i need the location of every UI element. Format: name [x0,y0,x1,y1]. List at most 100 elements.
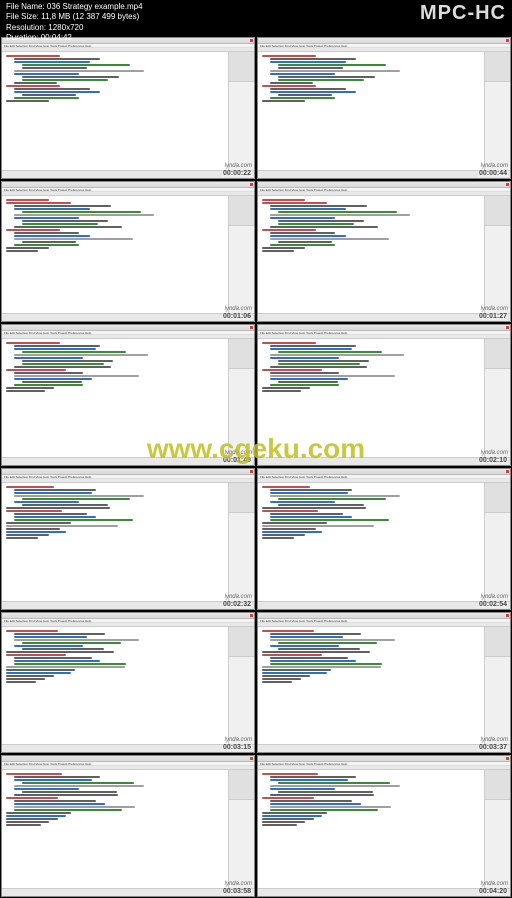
code-line [14,366,111,368]
code-line [6,85,60,87]
duration-label: Duration: [6,33,38,42]
code-line [14,809,122,811]
code-line [262,773,318,775]
thumbnail[interactable]: File Edit Selection Find View Goto Tools… [257,181,511,323]
code-line [6,681,36,683]
editor-statusbar [2,457,254,465]
code-line [14,372,83,374]
code-line [14,501,79,503]
code-line [270,806,391,808]
thumbnail-timestamp: 00:02:32 [222,601,252,608]
code-line [270,61,346,63]
code-line [22,791,117,793]
code-line [14,492,92,494]
editor-minimap [228,483,254,601]
lynda-watermark: lynda.com [225,737,252,743]
thumbnail[interactable]: File Edit Selection Find View Goto Tools… [1,181,255,323]
window-titlebar [2,613,254,619]
code-line [270,788,335,790]
code-line [14,238,133,240]
thumbnail[interactable]: File Edit Selection Find View Goto Tools… [1,612,255,754]
filesize-label: File Size: [6,12,39,21]
code-line [270,384,339,386]
code-line [262,537,294,539]
code-line [262,369,322,371]
code-line [278,351,382,353]
code-line [6,199,49,201]
code-line [22,223,98,225]
code-line [6,531,66,533]
code-line [262,824,297,826]
player-header: File Name: 036 Strategy example.mp4 File… [0,0,512,36]
window-titlebar [2,325,254,331]
thumbnail[interactable]: File Edit Selection Find View Goto Tools… [1,37,255,179]
code-line [270,214,410,216]
thumbnail[interactable]: File Edit Selection Find View Goto Tools… [257,468,511,610]
code-line [262,666,381,668]
code-line [6,630,58,632]
code-line [22,498,130,500]
code-line [262,815,322,817]
lynda-watermark: lynda.com [225,450,252,456]
code-line [14,214,154,216]
thumbnail-timestamp: 00:03:37 [478,744,508,751]
editor-minimap [484,627,510,745]
code-line [262,247,305,249]
code-line [270,82,313,84]
code-line [14,645,83,647]
lynda-watermark: lynda.com [481,306,508,312]
code-line [262,229,316,231]
code-line [6,797,58,799]
window-titlebar [258,756,510,762]
code-line [270,495,400,497]
code-line [6,390,45,392]
code-line [270,633,361,635]
code-line [270,226,378,228]
code-line [262,821,305,823]
thumbnail[interactable]: File Edit Selection Find View Goto Tools… [1,468,255,610]
code-line [14,58,100,60]
thumbnail[interactable]: File Edit Selection Find View Goto Tools… [257,612,511,754]
code-line [270,657,348,659]
player-logo: MPC-HC [420,2,506,25]
lynda-watermark: lynda.com [481,450,508,456]
thumbnail-timestamp: 00:01:27 [478,313,508,320]
thumbnail[interactable]: File Edit Selection Find View Goto Tools… [257,37,511,179]
code-line [262,55,316,57]
code-line [14,217,79,219]
code-line [6,528,60,530]
lynda-watermark: lynda.com [481,594,508,600]
thumbnail[interactable]: File Edit Selection Find View Goto Tools… [1,755,255,897]
code-line [14,660,100,662]
code-line [14,226,122,228]
thumbnail[interactable]: File Edit Selection Find View Goto Tools… [1,324,255,466]
code-line [262,387,310,389]
code-line [22,782,134,784]
file-info: File Name: 036 Strategy example.mp4 File… [6,2,143,44]
thumbnail-timestamp: 00:03:58 [222,888,252,895]
lynda-watermark: lynda.com [225,306,252,312]
thumbnail[interactable]: File Edit Selection Find View Goto Tools… [257,324,511,466]
code-line [6,675,54,677]
code-line [262,486,310,488]
code-line [270,97,335,99]
code-line [14,88,90,90]
filename-label: File Name: [6,2,45,11]
editor-pane [258,770,482,888]
editor-statusbar [258,170,510,178]
code-line [6,369,66,371]
code-line [278,648,360,650]
editor-pane [258,52,482,170]
editor-minimap [228,196,254,314]
code-line [262,672,327,674]
code-line [262,630,314,632]
code-line [262,531,322,533]
thumbnail[interactable]: File Edit Selection Find View Goto Tools… [257,755,511,897]
code-line [14,495,144,497]
code-line [262,654,322,656]
code-line [6,247,49,249]
code-line [270,238,389,240]
code-line [270,378,348,380]
code-line [14,663,126,665]
code-line [270,794,374,796]
